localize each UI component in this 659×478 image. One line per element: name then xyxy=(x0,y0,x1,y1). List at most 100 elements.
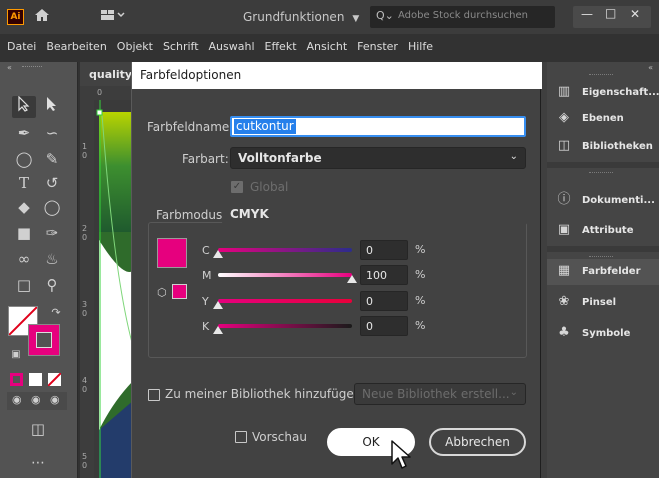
arrange-documents-icon[interactable] xyxy=(100,7,126,27)
add-to-library-label: Zu meiner Bibliothek hinzufügen xyxy=(165,387,362,401)
panel-item-ebenen[interactable]: ◈ Ebenen xyxy=(547,106,659,132)
menu-datei[interactable]: Datei xyxy=(0,40,41,53)
add-to-library-checkbox[interactable] xyxy=(148,389,160,401)
close-icon[interactable]: ✕ xyxy=(630,7,640,21)
yellow-slider-track[interactable] xyxy=(218,299,352,303)
panel-label: Ebenen xyxy=(582,113,624,124)
panel-group-grip[interactable] xyxy=(589,256,613,258)
ellipse-tool-icon[interactable]: ◯ xyxy=(12,148,36,170)
gamut-correction-swatch[interactable] xyxy=(172,284,187,299)
magenta-slider-thumb[interactable] xyxy=(347,275,357,283)
preview-checkbox[interactable] xyxy=(235,431,247,443)
home-icon[interactable] xyxy=(34,7,50,27)
panel-item-bibliotheken[interactable]: ◫ Bibliotheken xyxy=(547,134,659,160)
menu-auswahl[interactable]: Auswahl xyxy=(204,40,260,53)
menu-fenster[interactable]: Fenster xyxy=(352,40,403,53)
collapse-panels-icon[interactable]: « xyxy=(648,63,653,72)
maximize-icon[interactable]: □ xyxy=(605,6,616,20)
attributes-icon: ▣ xyxy=(557,222,571,237)
color-mode-dropdown[interactable]: CMYK xyxy=(222,203,527,225)
search-placeholder: Adobe Stock durchsuchen xyxy=(398,10,528,21)
color-mode-icon[interactable] xyxy=(10,373,23,386)
swap-fill-stroke-icon[interactable]: ↷ xyxy=(44,302,68,324)
menu-ansicht[interactable]: Ansicht xyxy=(302,40,353,53)
menu-schrift[interactable]: Schrift xyxy=(158,40,204,53)
toolbar-grip[interactable] xyxy=(22,66,42,68)
cyan-slider-thumb[interactable] xyxy=(213,250,223,258)
out-of-gamut-cube-icon[interactable]: ⬡ xyxy=(157,286,167,299)
direct-selection-tool-icon[interactable] xyxy=(40,96,64,118)
black-slider-track[interactable] xyxy=(218,324,352,328)
ruler-label-2: 2 0 xyxy=(82,224,88,242)
black-slider-thumb[interactable] xyxy=(213,326,223,334)
document-info-icon: ⓘ xyxy=(557,192,571,207)
swatch-name-input[interactable]: cutkontur xyxy=(230,116,526,137)
none-mode-icon[interactable] xyxy=(47,372,62,387)
artboard-canvas[interactable] xyxy=(94,100,134,478)
menu-objekt[interactable]: Objekt xyxy=(112,40,158,53)
magenta-slider-track[interactable] xyxy=(218,273,352,277)
panel-group-grip[interactable] xyxy=(589,74,613,76)
panel-item-pinsel[interactable]: ❀ Pinsel xyxy=(547,290,659,316)
global-checkbox[interactable]: ✓ xyxy=(231,181,243,193)
chevron-down-icon: ⌄ xyxy=(509,387,518,398)
artboard-tool-icon[interactable]: □ xyxy=(12,274,36,296)
cyan-value-field[interactable]: 0 xyxy=(360,240,408,260)
magenta-unit: % xyxy=(415,268,426,281)
color-type-dropdown[interactable]: Volltonfarbe ⌄ xyxy=(230,147,526,169)
eyedropper-tool-icon[interactable]: ✑ xyxy=(40,222,64,244)
panel-item-eigenschaften[interactable]: ▥ Eigenschaft... xyxy=(547,80,659,106)
yellow-slider-thumb[interactable] xyxy=(213,301,223,309)
magenta-value-field[interactable]: 100 xyxy=(360,265,408,285)
color-preview-swatch xyxy=(157,238,187,268)
draw-behind-icon[interactable]: ◉ xyxy=(31,393,41,406)
draw-inside-icon[interactable]: ◉ xyxy=(50,393,60,406)
type-tool-icon[interactable]: T xyxy=(12,172,36,194)
yellow-value-field[interactable]: 0 xyxy=(360,291,408,311)
cancel-button[interactable]: Abbrechen xyxy=(429,428,526,456)
channel-label-c: C xyxy=(202,244,210,257)
preview-label: Vorschau xyxy=(252,430,307,444)
screen-mode-icon[interactable]: ◫ xyxy=(26,418,50,440)
panel-item-symbole[interactable]: ♣ Symbole xyxy=(547,321,659,347)
default-colors-icon[interactable]: ▣ xyxy=(4,344,28,366)
panel-item-attribute[interactable]: ▣ Attribute xyxy=(547,218,659,244)
symbols-icon: ♣ xyxy=(558,325,570,340)
collapse-toolbar-icon[interactable]: « xyxy=(7,63,12,72)
minimize-icon[interactable]: — xyxy=(581,7,593,21)
gradient-tool-icon[interactable]: ■ xyxy=(12,222,36,244)
panels-dock: « ▥ Eigenschaft... ◈ Ebenen ◫ Bibliothek… xyxy=(547,62,659,478)
rotate-tool-icon[interactable]: ↺ xyxy=(40,172,64,194)
dialog-title-bar[interactable]: Farbfeldoptionen xyxy=(132,62,542,89)
curvature-tool-icon[interactable]: ∽ xyxy=(40,122,64,144)
swatch-name-label: Farbfeldname: xyxy=(147,120,234,134)
black-value-field[interactable]: 0 xyxy=(360,316,408,336)
selection-tool-icon[interactable] xyxy=(12,95,36,118)
menu-bearbeiten[interactable]: Bearbeiten xyxy=(41,40,111,53)
menu-hilfe[interactable]: Hilfe xyxy=(403,40,438,53)
stroke-swatch[interactable] xyxy=(28,324,60,356)
more-tools-icon[interactable]: ⋯ xyxy=(26,452,50,474)
symbol-sprayer-tool-icon[interactable]: ♨ xyxy=(40,248,64,270)
pen-tool-icon[interactable]: ✒ xyxy=(12,122,36,144)
library-dropdown[interactable]: Neue Bibliothek erstell... ⌄ xyxy=(354,383,526,405)
panel-group-grip[interactable] xyxy=(589,172,613,174)
paintbrush-tool-icon[interactable]: ✎ xyxy=(40,148,64,170)
black-unit: % xyxy=(415,319,426,332)
shape-builder-tool-icon[interactable]: ◯ xyxy=(40,196,64,218)
eraser-tool-icon[interactable]: ◆ xyxy=(12,196,36,218)
menu-effekt[interactable]: Effekt xyxy=(260,40,302,53)
blend-tool-icon[interactable]: ∞ xyxy=(12,248,36,270)
ruler-label-3: 3 0 xyxy=(82,300,88,318)
panel-item-dokumentinformationen[interactable]: ⓘ Dokumenti... xyxy=(547,188,659,214)
stock-search[interactable]: Q⌄ Adobe Stock durchsuchen xyxy=(370,6,555,28)
draw-normal-icon[interactable]: ◉ xyxy=(12,393,22,406)
workspace-switcher[interactable]: Grundfunktionen ▼ xyxy=(243,10,359,24)
zoom-tool-icon[interactable]: ⚲ xyxy=(40,274,64,296)
panel-label: Farbfelder xyxy=(582,266,641,277)
mouse-cursor-icon xyxy=(391,440,411,469)
cyan-slider-track[interactable] xyxy=(218,248,352,252)
panel-item-farbfelder[interactable]: ▦ Farbfelder xyxy=(547,259,659,285)
gradient-mode-icon[interactable] xyxy=(29,373,42,386)
panel-label: Eigenschaft... xyxy=(582,87,659,98)
